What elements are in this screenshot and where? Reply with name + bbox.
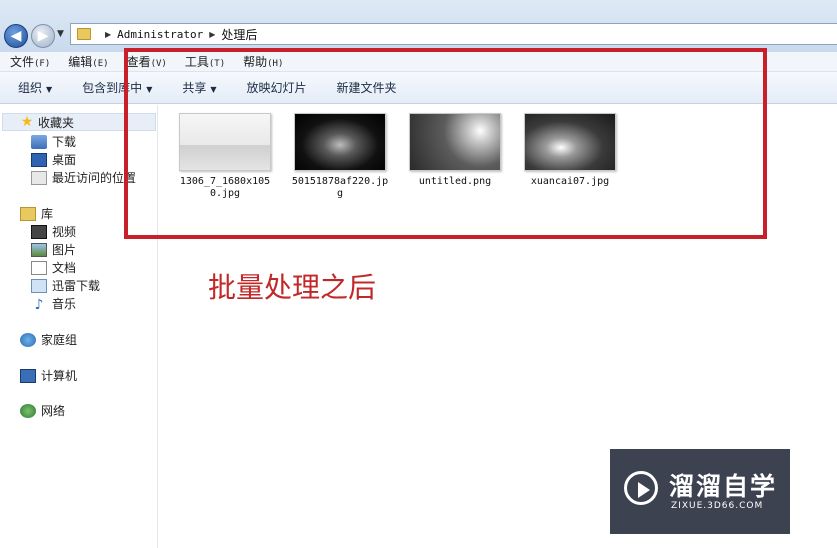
- address-bar-area: ◀ ▶ ▼ ▶ Administrator ▶ 处理后: [0, 0, 837, 52]
- breadcrumb-chevron-icon[interactable]: ▶: [105, 30, 111, 39]
- address-bar[interactable]: ▶ Administrator ▶ 处理后: [70, 23, 837, 45]
- arrow-right-icon: ▶: [37, 28, 49, 44]
- library-icon: [20, 206, 36, 221]
- watermark: 溜溜自学 ZIXUE.3D66.COM: [610, 449, 790, 534]
- nav-libraries[interactable]: 库: [20, 205, 53, 222]
- recent-places-icon: [31, 170, 47, 185]
- nav-item-music[interactable]: ♪ 音乐: [31, 295, 76, 313]
- nav-computer[interactable]: 计算机: [20, 367, 77, 384]
- star-icon: ★: [20, 114, 34, 130]
- nav-item-downloads[interactable]: 下载: [31, 133, 76, 150]
- nav-item-documents[interactable]: 文档: [31, 259, 76, 276]
- history-dropdown-icon[interactable]: ▼: [57, 29, 64, 39]
- breadcrumb-chevron-icon[interactable]: ▶: [209, 30, 215, 39]
- nav-item-xunlei-downloads[interactable]: 迅雷下载: [31, 277, 100, 294]
- nav-item-desktop[interactable]: 桌面: [31, 151, 76, 168]
- computer-icon: [20, 368, 36, 383]
- chevron-down-icon: ▼: [46, 85, 53, 94]
- watermark-brand: 溜溜自学: [669, 472, 778, 501]
- folder-icon: [77, 28, 91, 40]
- menu-file[interactable]: 文件(F): [10, 53, 50, 70]
- nav-item-pictures[interactable]: 图片: [31, 241, 76, 258]
- nav-homegroup[interactable]: 家庭组: [20, 331, 77, 348]
- highlight-box: [124, 48, 767, 239]
- breadcrumb-item[interactable]: 处理后: [221, 26, 257, 43]
- forward-button[interactable]: ▶: [31, 24, 55, 48]
- annotation-text: 批量处理之后: [208, 271, 377, 304]
- back-button[interactable]: ◀: [4, 24, 28, 48]
- breadcrumb-item[interactable]: Administrator: [117, 28, 203, 41]
- video-library-icon: [31, 224, 47, 239]
- play-logo-icon: [624, 471, 658, 505]
- xunlei-download-icon: [31, 278, 47, 293]
- download-folder-icon: [31, 134, 47, 149]
- nav-item-videos[interactable]: 视频: [31, 223, 76, 240]
- nav-item-recent-places[interactable]: 最近访问的位置: [31, 169, 136, 186]
- nav-network[interactable]: 网络: [20, 402, 65, 419]
- network-icon: [20, 403, 36, 418]
- watermark-url: ZIXUE.3D66.COM: [671, 501, 764, 511]
- organize-button[interactable]: 组织 ▼: [18, 79, 52, 96]
- arrow-left-icon: ◀: [10, 28, 22, 44]
- pictures-library-icon: [31, 242, 47, 257]
- desktop-icon: [31, 152, 47, 167]
- music-note-icon: ♪: [34, 296, 44, 313]
- documents-library-icon: [31, 260, 47, 275]
- homegroup-icon: [20, 332, 36, 347]
- menu-edit[interactable]: 编辑(E): [68, 53, 108, 70]
